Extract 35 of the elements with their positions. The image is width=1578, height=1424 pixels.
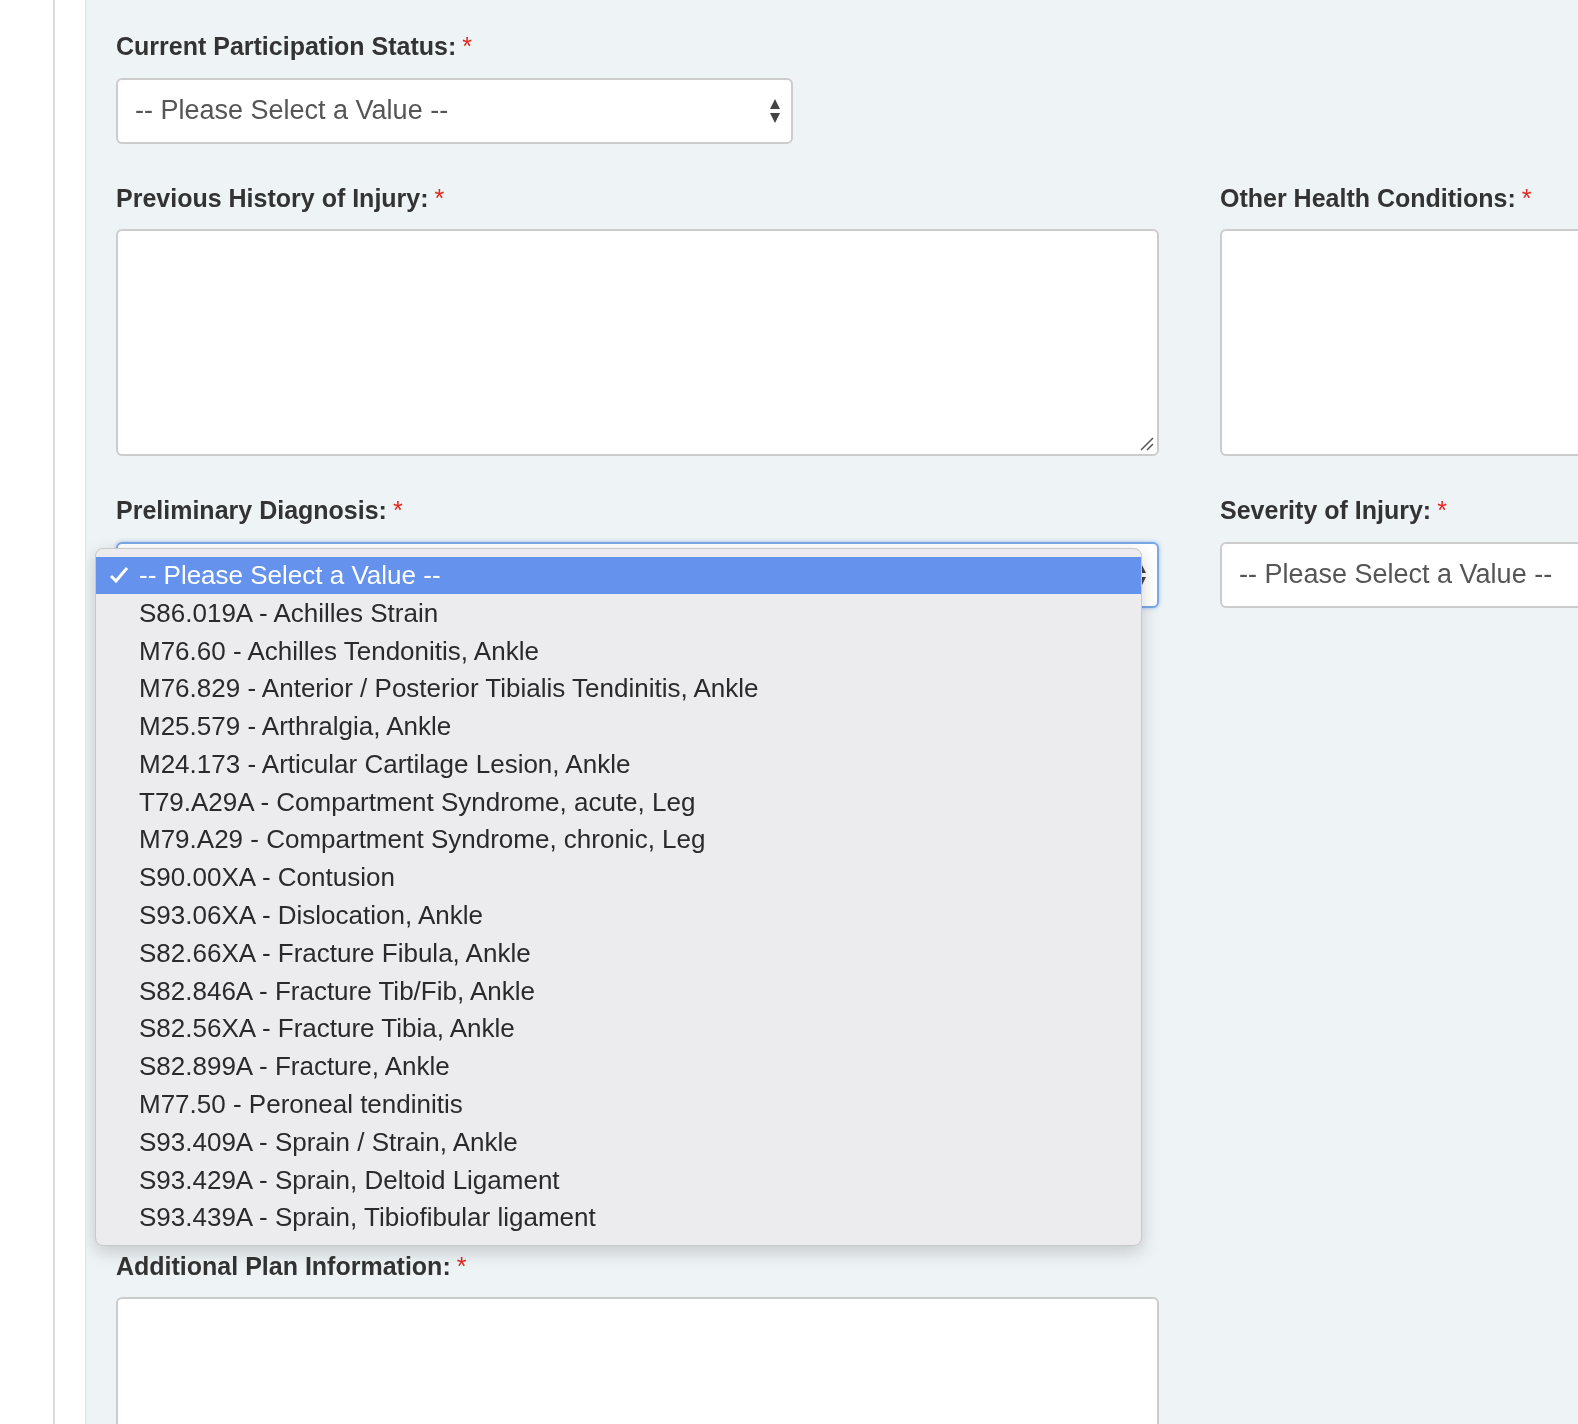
select-field[interactable]: -- Please Select a Value -- — [116, 77, 793, 144]
required-mark: * — [1437, 495, 1447, 526]
dropdown-option[interactable]: M76.829 - Anterior / Posterior Tibialis Tendinitis, Ankle — [96, 669, 1141, 708]
dropdown-option[interactable]: S82.66XA - Fracture Fibula, Ankle — [96, 934, 1141, 973]
select-arrows-icon — [769, 97, 781, 124]
dropdown-option[interactable]: S86.019A - Achilles Strain — [96, 594, 1141, 633]
required-mark: * — [434, 182, 445, 214]
field-label: Current Participation Status: — [116, 31, 457, 62]
dropdown-option[interactable]: M79.A29 - Compartment Syndrome, chronic, Leg — [96, 821, 1141, 859]
field-label: Additional Plan Information: — [116, 1250, 451, 1282]
dropdown-option[interactable]: S90.00XA - Contusion — [96, 858, 1141, 897]
resize-handle-icon — [1140, 437, 1154, 451]
dropdown-option[interactable]: S93.06XA - Dislocation, Ankle — [96, 896, 1141, 935]
dropdown-option[interactable]: M77.50 - Peroneal tendinitis — [96, 1085, 1141, 1124]
field-label: Other Health Conditions: — [1220, 182, 1516, 214]
checkmark-icon — [108, 566, 129, 585]
required-mark: * — [392, 495, 403, 526]
dropdown-option[interactable]: S82.56XA - Fracture Tibia, Ankle — [96, 1010, 1141, 1048]
text-area[interactable] — [116, 229, 1159, 456]
dropdown-option[interactable]: M76.60 - Achilles Tendonitis, Ankle — [96, 632, 1141, 670]
dropdown-option[interactable]: S93.429A - Sprain, Deltoid Ligament — [96, 1161, 1141, 1200]
required-mark: * — [462, 31, 473, 62]
field-label: Preliminary Diagnosis: — [116, 495, 387, 526]
dropdown-option[interactable]: S93.439A - Sprain, Tibiofibular ligament — [96, 1199, 1141, 1237]
required-mark: * — [456, 1250, 467, 1282]
dropdown-option[interactable]: S93.409A - Sprain / Strain, Ankle — [96, 1123, 1141, 1162]
dropdown-option[interactable]: M25.579 - Arthralgia, Ankle — [96, 707, 1141, 746]
dropdown-option[interactable]: S82.899A - Fracture, Ankle — [96, 1047, 1141, 1086]
select-field[interactable]: -- Please Select a Value -- — [1220, 541, 1578, 608]
dropdown-option[interactable]: T79.A29A - Compartment Syndrome, acute, Leg — [96, 783, 1141, 822]
dropdown-option[interactable]: M24.173 - Articular Cartilage Lesion, Ankle — [96, 745, 1141, 784]
dropdown-option[interactable]: S82.846A - Fracture Tib/Fib, Ankle — [96, 972, 1141, 1011]
field-label: Severity of Injury: — [1220, 495, 1432, 526]
field-label: Previous History of Injury: — [116, 182, 429, 214]
required-mark: * — [1521, 182, 1532, 214]
